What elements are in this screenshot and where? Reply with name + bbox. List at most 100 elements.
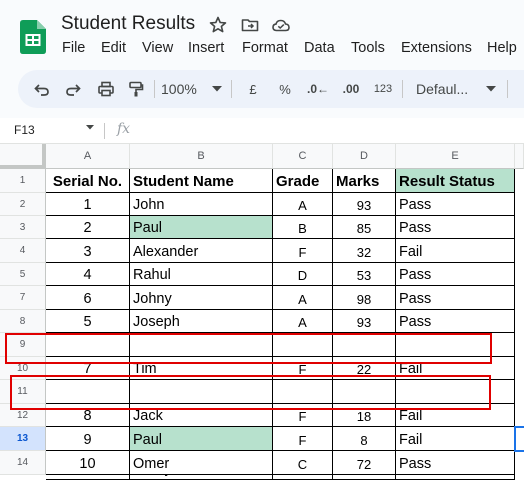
cell-a-2[interactable]: 1 [46, 193, 130, 216]
cell-c-8[interactable]: A [273, 310, 333, 333]
row-header-7[interactable]: 7 [0, 286, 46, 310]
cell-b-2[interactable]: John [130, 193, 273, 216]
cell-c-2[interactable]: A [273, 193, 333, 216]
cell-d-undefined[interactable]: 30 [333, 475, 396, 480]
cell-e-5[interactable]: Pass [396, 263, 515, 286]
menu-tools[interactable]: Tools [351, 40, 385, 56]
sheets-logo-icon[interactable] [20, 20, 46, 54]
row-header-2[interactable]: 2 [0, 193, 46, 216]
print-button[interactable] [94, 78, 118, 100]
font-dropdown-icon[interactable] [486, 86, 496, 92]
toolbar-divider [154, 80, 155, 98]
column-header-d[interactable]: D [333, 144, 396, 169]
cell-a-8[interactable]: 5 [46, 310, 130, 333]
cell-c-5[interactable]: D [273, 263, 333, 286]
row-header-13[interactable]: 13 [0, 427, 46, 451]
document-title[interactable]: Student Results [61, 13, 195, 35]
currency-format-button[interactable]: £ [244, 78, 262, 100]
row-header-3[interactable]: 3 [0, 216, 46, 239]
header-cell-a[interactable]: Serial No. [46, 169, 130, 193]
font-family-value: Defaul... [416, 81, 469, 97]
row-header-4[interactable]: 4 [0, 239, 46, 263]
cell-d-7[interactable]: 98 [333, 286, 396, 310]
header-cell-b[interactable]: Student Name [130, 169, 273, 193]
cell-a-5[interactable]: 4 [46, 263, 130, 286]
column-header-c[interactable]: C [273, 144, 333, 169]
cell-d-13[interactable]: 8 [333, 427, 396, 451]
percent-format-button[interactable]: % [276, 78, 294, 100]
cloud-saved-icon[interactable] [271, 15, 291, 35]
blank-row-highlight-box [10, 375, 491, 410]
row-header-8[interactable]: 8 [0, 310, 46, 333]
zoom-dropdown-icon[interactable] [212, 86, 222, 92]
cell-b-13[interactable]: Paul [130, 427, 273, 451]
row-header-5[interactable]: 5 [0, 263, 46, 286]
cell-e-3[interactable]: Pass [396, 216, 515, 239]
star-icon[interactable] [208, 15, 228, 35]
cell-e-7[interactable]: Pass [396, 286, 515, 310]
select-all-corner[interactable] [0, 144, 46, 169]
cell-c-undefined[interactable]: F [273, 475, 333, 480]
cell-a-4[interactable]: 3 [46, 239, 130, 263]
cell-d-5[interactable]: 53 [333, 263, 396, 286]
redo-button[interactable] [61, 78, 85, 100]
cell-d-3[interactable]: 85 [333, 216, 396, 239]
cell-d-4[interactable]: 32 [333, 239, 396, 263]
zoom-select[interactable]: 100% [161, 78, 217, 100]
menu-format[interactable]: Format [242, 40, 288, 56]
header-cell-e[interactable]: Result Status [396, 169, 515, 193]
cell-a-undefined[interactable]: 11 [46, 475, 130, 480]
cell-b-8[interactable]: Joseph [130, 310, 273, 333]
header-cell-d[interactable]: Marks [333, 169, 396, 193]
menu-data[interactable]: Data [304, 40, 335, 56]
undo-button[interactable] [30, 78, 54, 100]
cell-e-8[interactable]: Pass [396, 310, 515, 333]
cell-e-13[interactable]: Fail [396, 427, 515, 451]
cell-c-13[interactable]: F [273, 427, 333, 451]
column-header-a[interactable]: A [46, 144, 130, 169]
cell-c-4[interactable]: F [273, 239, 333, 263]
row-header-1[interactable]: 1 [0, 169, 46, 193]
cell-c-3[interactable]: B [273, 216, 333, 239]
cell-b-14[interactable]: Omer [130, 451, 273, 475]
cell-d-2[interactable]: 93 [333, 193, 396, 216]
menu-help[interactable]: Help [487, 40, 517, 56]
cell-a-14[interactable]: 10 [46, 451, 130, 475]
menu-view[interactable]: View [142, 40, 173, 56]
font-family-select[interactable]: Defaul... [416, 78, 478, 100]
cell-c-7[interactable]: A [273, 286, 333, 310]
cell-a-13[interactable]: 9 [46, 427, 130, 451]
decrease-decimal-button[interactable]: .0← [303, 78, 333, 100]
column-header-f[interactable] [515, 144, 524, 169]
cell-d-14[interactable]: 72 [333, 451, 396, 475]
cell-b-7[interactable]: Johny [130, 286, 273, 310]
spreadsheet-grid[interactable]: A B C D E 1 2 3 4 5 7 8 9 10 11 12 13 14 Serial No. Student… [0, 144, 524, 480]
cell-a-7[interactable]: 6 [46, 286, 130, 310]
cell-b-5[interactable]: Rahul [130, 263, 273, 286]
cell-c-14[interactable]: C [273, 451, 333, 475]
menu-file[interactable]: File [62, 40, 85, 56]
more-formats-button[interactable]: 123 [371, 78, 395, 100]
menu-insert[interactable]: Insert [188, 40, 224, 56]
name-box[interactable]: F13 [14, 123, 35, 137]
cell-b-undefined[interactable]: Johny [130, 475, 273, 480]
row-header-14[interactable]: 14 [0, 451, 46, 475]
header-cell-c[interactable]: Grade [273, 169, 333, 193]
cell-b-4[interactable]: Alexander [130, 239, 273, 263]
cell-d-8[interactable]: 93 [333, 310, 396, 333]
increase-decimal-button[interactable]: .00 [336, 78, 366, 100]
column-header-b[interactable]: B [130, 144, 273, 169]
menu-edit[interactable]: Edit [101, 40, 126, 56]
cell-e-2[interactable]: Pass [396, 193, 515, 216]
cell-e-undefined[interactable]: Fail [396, 475, 515, 480]
cell-a-3[interactable]: 2 [46, 216, 130, 239]
paint-format-button[interactable] [124, 78, 148, 100]
cell-b-3[interactable]: Paul [130, 216, 273, 239]
menu-extensions[interactable]: Extensions [401, 40, 472, 56]
fx-icon: fx [117, 121, 131, 137]
move-to-folder-icon[interactable] [240, 15, 260, 35]
cell-e-14[interactable]: Pass [396, 451, 515, 475]
cell-e-4[interactable]: Fail [396, 239, 515, 263]
name-box-dropdown-icon[interactable] [86, 125, 94, 130]
column-header-e[interactable]: E [396, 144, 515, 169]
